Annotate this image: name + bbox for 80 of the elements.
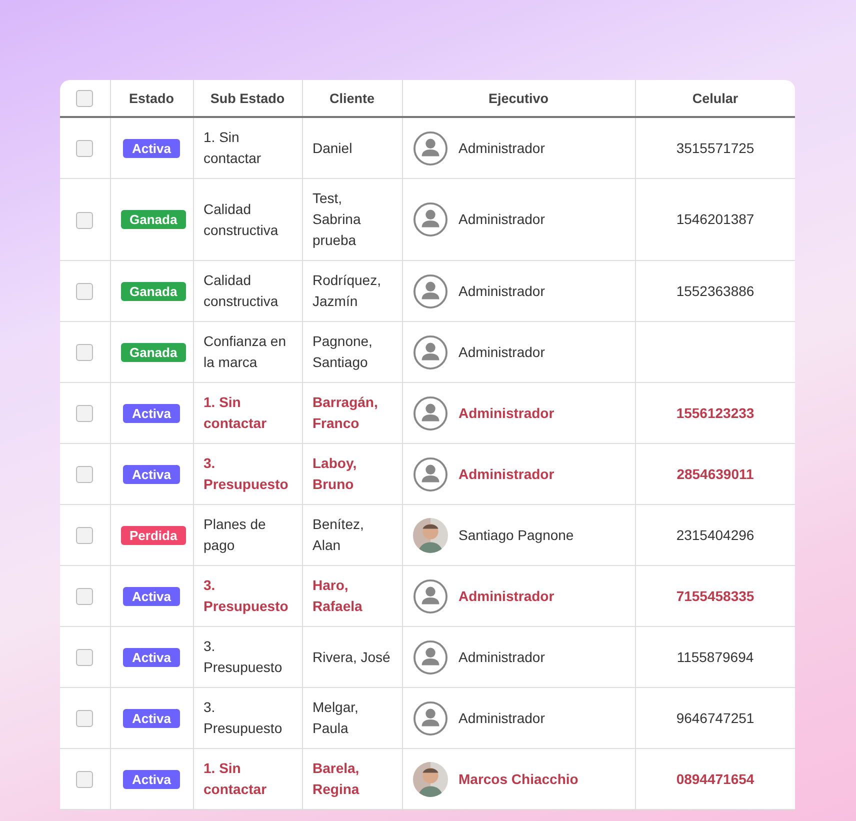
executive-name: Administrador <box>458 404 554 422</box>
row-checkbox[interactable] <box>76 710 94 728</box>
table-cell: Rodríquez, Jazmín <box>302 260 402 322</box>
executive-name: Administrador <box>458 708 545 728</box>
user-avatar-icon <box>412 202 448 237</box>
table-cell: Melgar, Paula <box>302 688 402 748</box>
row-checkbox[interactable] <box>76 283 94 300</box>
executive-name: Marcos Chiacchio <box>458 770 578 788</box>
status-badge: Activa <box>122 648 180 666</box>
table-cell: Calidad constructiva <box>193 260 302 322</box>
user-avatar-icon <box>412 334 448 370</box>
user-avatar-icon <box>412 274 448 308</box>
table-cell: Pagnone, Santiago <box>302 322 402 382</box>
user-avatar-icon <box>412 130 448 166</box>
user-avatar-icon <box>412 396 448 430</box>
column-header[interactable]: Estado <box>110 80 193 117</box>
executive-name: Santiago Pagnone <box>458 526 574 545</box>
row-checkbox[interactable] <box>76 527 94 544</box>
status-badge: Activa <box>122 708 180 728</box>
row-checkbox[interactable] <box>76 405 94 422</box>
table-cell: 1. Sin contactar <box>193 382 302 444</box>
column-header[interactable]: Ejecutivo <box>402 80 635 117</box>
table-cell: 1552363886 <box>635 260 795 322</box>
status-badge: Activa <box>122 586 180 606</box>
executive-name: Administrador <box>458 586 554 606</box>
table-cell: Benítez, Alan <box>302 504 402 566</box>
table-cell: 1. Sin contactar <box>193 748 302 810</box>
table-cell: Rivera, José <box>302 626 402 688</box>
user-avatar-icon <box>412 456 448 492</box>
row-checkbox[interactable] <box>76 649 94 666</box>
table-cell: 3515571725 <box>635 117 795 178</box>
column-header[interactable]: Sub Estado <box>193 80 302 117</box>
table-cell: 3. Presupuesto <box>193 688 302 748</box>
executive-name: Administrador <box>458 138 545 158</box>
table-cell: 7155458335 <box>635 566 795 626</box>
status-badge: Activa <box>122 770 180 788</box>
row-checkbox[interactable] <box>76 212 94 229</box>
table-cell: 0894471654 <box>635 748 795 810</box>
row-checkbox[interactable] <box>76 771 94 788</box>
table-cell: Test, Sabrina prueba <box>302 178 402 260</box>
user-avatar-icon <box>412 640 448 674</box>
table-cell: 1556123233 <box>635 382 795 444</box>
table-cell: Confianza en la marca <box>193 322 302 382</box>
table-cell: 3. Presupuesto <box>193 626 302 688</box>
executive-name: Administrador <box>458 648 545 666</box>
column-header[interactable]: Cliente <box>302 80 402 117</box>
status-badge: Activa <box>122 404 180 422</box>
status-badge: Perdida <box>120 526 186 544</box>
column-header[interactable]: Celular <box>635 80 795 117</box>
status-badge: Ganada <box>120 342 186 362</box>
table-cell: Planes de pago <box>193 504 302 566</box>
table-cell: 3. Presupuesto <box>193 566 302 626</box>
executive-name: Administrador <box>458 210 545 229</box>
row-checkbox[interactable] <box>76 466 94 484</box>
row-checkbox[interactable] <box>76 344 94 362</box>
table-cell: Calidad constructiva <box>193 178 302 260</box>
table-cell: Daniel <box>302 117 402 178</box>
table-cell: 9646747251 <box>635 688 795 748</box>
status-badge: Activa <box>122 138 180 158</box>
row-checkbox[interactable] <box>76 588 94 606</box>
status-badge: Ganada <box>120 210 186 229</box>
executive-name: Administrador <box>458 342 545 362</box>
status-badge: Ganada <box>120 282 186 300</box>
user-avatar-icon <box>412 700 448 736</box>
user-avatar-icon <box>412 578 448 614</box>
table-cell: 1. Sin contactar <box>193 117 302 178</box>
status-badge: Activa <box>122 464 180 484</box>
executive-name: Administrador <box>458 464 554 484</box>
select-all-checkbox[interactable] <box>76 90 94 106</box>
table-cell: Barela, Regina <box>302 748 402 810</box>
table-cell: Barragán, Franco <box>302 382 402 444</box>
table-cell: 2854639011 <box>635 444 795 504</box>
table-cell: Haro, Rafaela <box>302 566 402 626</box>
executive-name: Administrador <box>458 282 545 300</box>
table-cell: 1546201387 <box>635 178 795 260</box>
table-cell: 3. Presupuesto <box>193 444 302 504</box>
table-cell: 2315404296 <box>635 504 795 566</box>
table-cell: Laboy, Bruno <box>302 444 402 504</box>
row-checkbox[interactable] <box>76 140 94 158</box>
table-cell: 1155879694 <box>635 626 795 688</box>
